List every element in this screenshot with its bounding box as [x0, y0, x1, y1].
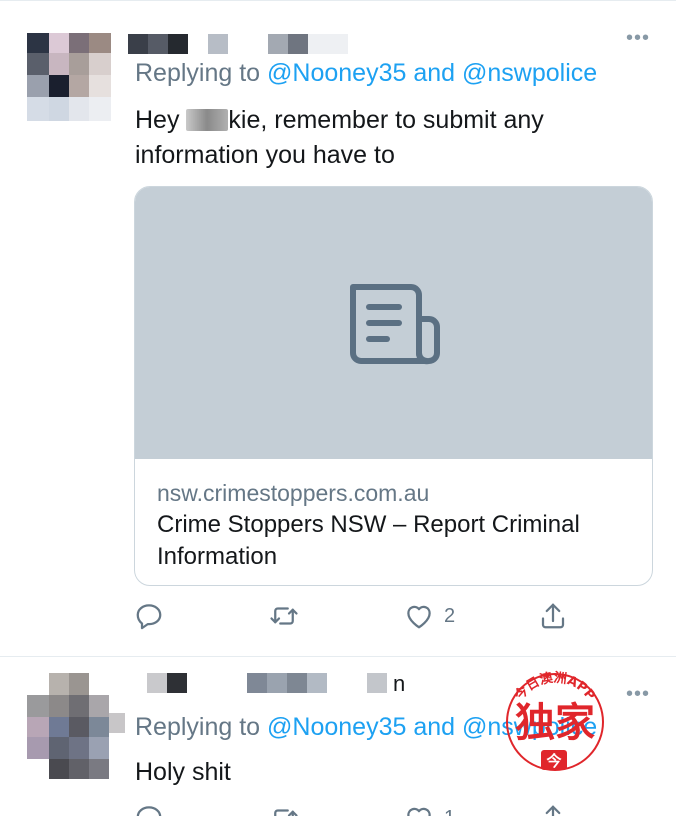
tweet-actions: 2 [134, 601, 574, 633]
card-body: nsw.crimestoppers.com.au Crime Stoppers … [135, 459, 652, 573]
reply-prefix: Replying to [135, 59, 268, 87]
author-name-tail: n [393, 671, 406, 696]
retweet-button[interactable] [269, 601, 299, 631]
tweet[interactable]: ••• Replying to @Nooney35 and @nswpolice… [0, 0, 676, 656]
document-icon [350, 284, 440, 365]
like-count: 1 [444, 807, 455, 816]
author-name[interactable] [128, 34, 350, 56]
like-button[interactable]: 2 [404, 601, 455, 631]
replying-to: Replying to @Nooney35 and @nswpolice [135, 59, 597, 88]
reply-handles-link[interactable]: @Nooney35 and @nswpolice [267, 59, 597, 87]
heart-icon [407, 807, 431, 816]
redacted-name [186, 109, 229, 131]
like-count: 2 [444, 604, 456, 627]
reply-icon [136, 806, 162, 816]
avatar[interactable] [27, 33, 121, 125]
author-name[interactable]: n [147, 671, 417, 696]
retweet-icon [270, 607, 298, 625]
watermark-ring-text: 今日澳洲APP [511, 670, 598, 704]
watermark-badge-text: 今 [545, 752, 561, 770]
tweet-text: Hey kie, remember to submit any informat… [135, 103, 645, 173]
reply-icon [136, 604, 162, 630]
reply-prefix: Replying to [135, 713, 268, 741]
like-button[interactable]: 1 [404, 803, 455, 816]
share-icon [545, 805, 561, 816]
card-media [135, 187, 652, 459]
more-options-icon[interactable]: ••• [626, 684, 650, 704]
share-button[interactable] [538, 601, 568, 631]
watermark-main-text: 独家 [515, 700, 595, 746]
retweet-icon [274, 809, 298, 816]
card-domain: nsw.crimestoppers.com.au [157, 480, 430, 506]
share-button[interactable] [538, 803, 568, 816]
avatar[interactable] [27, 673, 125, 779]
heart-icon [407, 605, 431, 629]
link-card[interactable]: nsw.crimestoppers.com.au Crime Stoppers … [134, 186, 653, 586]
tweet-actions: 1 [134, 803, 574, 816]
card-title: Crime Stoppers NSW – Report Criminal Inf… [157, 511, 580, 570]
watermark-stamp: 今日澳洲APP 独家 今 [506, 670, 604, 771]
retweet-button[interactable] [269, 803, 299, 816]
reply-button[interactable] [134, 601, 164, 631]
tweet-text-start: Hey [135, 106, 187, 134]
reply-button[interactable] [134, 803, 164, 816]
more-options-icon[interactable]: ••• [626, 28, 650, 48]
share-icon [541, 603, 565, 629]
